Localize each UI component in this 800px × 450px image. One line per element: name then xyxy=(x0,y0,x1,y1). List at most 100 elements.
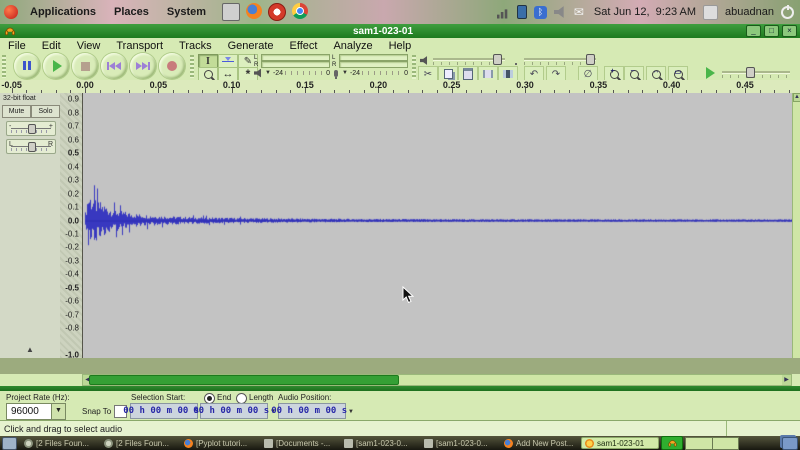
close-button[interactable]: × xyxy=(782,25,797,37)
transport-stop-button[interactable] xyxy=(72,53,98,79)
zoom-tool-button[interactable] xyxy=(198,67,218,81)
taskbar-item[interactable]: [sam1-023-0... xyxy=(421,437,499,449)
panel-menu-system[interactable]: System xyxy=(158,6,215,18)
meter-right-label: R xyxy=(332,62,339,68)
taskbar-item[interactable]: [sam1-023-0... xyxy=(341,437,419,449)
transport-play-button[interactable] xyxy=(43,53,69,79)
workspace-switcher[interactable] xyxy=(685,437,739,450)
menu-tracks[interactable]: Tracks xyxy=(171,40,220,52)
play-icon xyxy=(53,60,62,72)
terminal-icon[interactable] xyxy=(222,3,240,21)
transport-forward-button[interactable] xyxy=(130,53,156,79)
audio-position-field[interactable]: 00 h 00 m 00 s▼ xyxy=(278,403,346,419)
vertical-scrollbar[interactable]: ▲ ▼ xyxy=(792,93,800,374)
minimize-button[interactable]: _ xyxy=(746,25,761,37)
taskbar-item[interactable]: sam1-023-01 xyxy=(581,437,659,449)
menu-effect[interactable]: Effect xyxy=(282,40,326,52)
workspace-2[interactable] xyxy=(712,438,739,449)
speaker-icon[interactable] xyxy=(254,69,263,78)
recording-meter[interactable]: L R ▼ -240 xyxy=(332,54,408,78)
help-icon[interactable] xyxy=(268,3,286,21)
solo-button[interactable]: Solo xyxy=(31,105,60,118)
clock[interactable]: Sat Jun 12, 9:23 AM xyxy=(594,6,696,18)
transport-record-button[interactable] xyxy=(159,53,185,79)
zoom-in-icon: + xyxy=(610,70,619,79)
track-control-panel[interactable]: 32-bit float Mute Solo - + L R ▲ xyxy=(0,93,61,358)
distro-logo-icon xyxy=(4,5,18,19)
user-name[interactable]: abuadnan xyxy=(725,6,774,18)
panel-menu-applications[interactable]: Applications xyxy=(21,6,105,18)
battery-icon[interactable] xyxy=(517,5,527,19)
network-signal-icon[interactable] xyxy=(497,6,510,19)
menu-generate[interactable]: Generate xyxy=(220,40,282,52)
audacity-tray-icon[interactable] xyxy=(661,436,683,450)
pan-slider[interactable]: L R xyxy=(6,139,56,154)
menu-view[interactable]: View xyxy=(69,40,109,52)
collapse-track-button[interactable]: ▲ xyxy=(26,345,34,354)
input-volume-thumb[interactable] xyxy=(586,54,595,65)
maximize-button[interactable]: □ xyxy=(764,25,779,37)
selection-start-field[interactable]: 00 h 00 m 00 s▼ xyxy=(130,403,198,419)
output-volume-slider[interactable] xyxy=(433,53,505,65)
chrome-icon[interactable] xyxy=(292,3,308,19)
output-volume-thumb[interactable] xyxy=(493,54,502,65)
taskbar-item[interactable]: [2 Files Foun... xyxy=(101,437,179,449)
tools-toolbar-grip[interactable] xyxy=(190,55,194,78)
gain-thumb[interactable] xyxy=(28,124,36,134)
selection-tool-button[interactable]: I xyxy=(198,54,218,68)
mail-icon[interactable]: ✉ xyxy=(574,6,587,19)
project-rate-select[interactable]: 96000 ▼ xyxy=(6,403,66,420)
play-speed-thumb[interactable] xyxy=(746,67,755,78)
volume-icon[interactable] xyxy=(554,6,567,19)
taskbar-item[interactable]: [2 Files Foun... xyxy=(21,437,99,449)
taskbar-item[interactable]: [Pyplot tutori... xyxy=(181,437,259,449)
transport-rewind-button[interactable] xyxy=(101,53,127,79)
chevron-down-icon[interactable]: ▼ xyxy=(349,408,353,415)
transport-pause-button[interactable] xyxy=(14,53,40,79)
edit-toolbar-grip[interactable] xyxy=(412,67,416,79)
pan-thumb[interactable] xyxy=(28,142,36,152)
input-volume-slider[interactable] xyxy=(524,53,596,65)
mute-button[interactable]: Mute xyxy=(2,105,31,118)
window-title: sam1-023-01 xyxy=(20,26,746,37)
firefox-icon[interactable] xyxy=(246,3,262,19)
microphone-icon[interactable] xyxy=(334,70,338,77)
taskbar-item[interactable]: Add New Post... xyxy=(501,437,579,449)
chevron-down-icon[interactable]: ▼ xyxy=(51,404,65,419)
meter-scale-low: -24 xyxy=(273,70,283,77)
transport-toolbar-grip[interactable] xyxy=(2,55,6,78)
menu-edit[interactable]: Edit xyxy=(34,40,69,52)
status-bar: Click and drag to select audio xyxy=(0,420,800,437)
menu-analyze[interactable]: Analyze xyxy=(325,40,380,52)
meter-scale-high: 0 xyxy=(404,70,408,77)
scroll-up-icon[interactable]: ▲ xyxy=(793,93,800,102)
chevron-down-icon[interactable]: ▼ xyxy=(342,70,348,76)
play-speed-slider[interactable] xyxy=(722,66,790,78)
length-label: Length xyxy=(249,393,273,402)
timeline-ruler[interactable]: -0.050.000.050.100.150.200.250.300.350.4… xyxy=(0,80,800,94)
workspace-1[interactable] xyxy=(686,438,712,449)
audio-position-label: Audio Position: xyxy=(278,393,331,402)
bluetooth-icon[interactable]: ᛒ xyxy=(534,6,547,19)
timeshift-tool-button[interactable]: ↔ xyxy=(218,67,238,81)
show-desktop-icon[interactable] xyxy=(2,437,17,450)
panel-menu-places[interactable]: Places xyxy=(105,6,158,18)
taskbar-item[interactable]: [Documents -... xyxy=(261,437,339,449)
menu-help[interactable]: Help xyxy=(381,40,420,52)
menu-transport[interactable]: Transport xyxy=(108,40,171,52)
window-titlebar[interactable]: sam1-023-01 _ □ × xyxy=(0,24,800,38)
selection-end-field[interactable]: 00 h 00 m 00 s▼ xyxy=(200,403,268,419)
waveform[interactable] xyxy=(82,93,792,358)
horizontal-scroll-thumb[interactable] xyxy=(89,375,399,385)
envelope-tool-button[interactable] xyxy=(218,54,238,68)
power-icon[interactable] xyxy=(781,6,794,19)
chevron-down-icon[interactable]: ▼ xyxy=(265,70,271,76)
playback-meter[interactable]: L R ▼ -240 xyxy=(254,54,330,78)
window-stack-icon[interactable] xyxy=(782,437,798,450)
menu-file[interactable]: File xyxy=(0,40,34,52)
horizontal-scrollbar[interactable]: ◀ ▶ xyxy=(82,374,792,386)
scroll-right-icon[interactable]: ▶ xyxy=(782,375,791,385)
gain-slider[interactable]: - + xyxy=(6,121,56,136)
play-at-speed-icon[interactable] xyxy=(706,67,715,79)
mixer-toolbar-grip[interactable] xyxy=(412,55,416,65)
